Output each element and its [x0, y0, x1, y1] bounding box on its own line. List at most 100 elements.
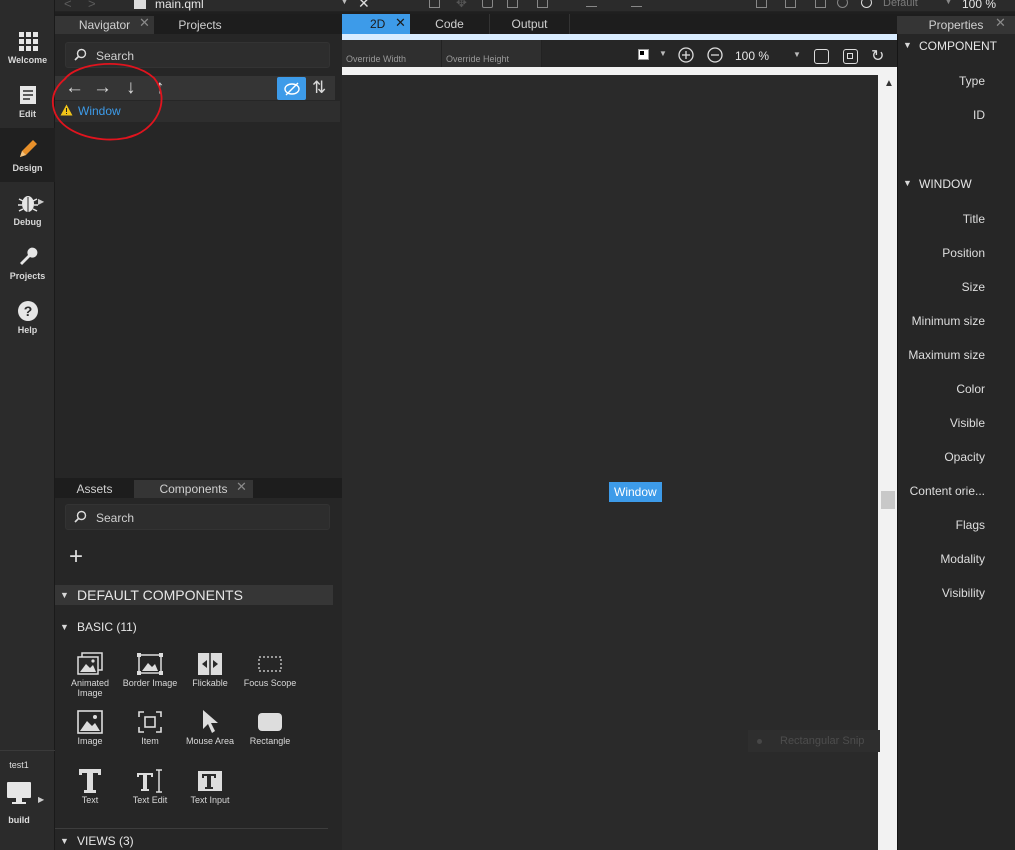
component-mouse-area[interactable]: Mouse Area	[180, 708, 240, 746]
align-icon[interactable]	[586, 6, 597, 7]
mode-label: Design	[12, 163, 43, 173]
component-label: Text	[81, 795, 99, 805]
text-input-icon	[180, 767, 240, 795]
tab-code[interactable]: Code	[410, 14, 490, 34]
override-height-field[interactable]: Override Height	[442, 40, 542, 67]
mouse-area-icon	[180, 708, 240, 736]
back-icon[interactable]: <	[64, 0, 72, 11]
tab-projects[interactable]: Projects	[155, 16, 245, 34]
component-text-input[interactable]: Text Input	[180, 767, 240, 805]
animated-image-icon	[60, 650, 120, 678]
tab-output[interactable]: Output	[490, 14, 570, 34]
zoom-select[interactable]: 100 %	[962, 0, 996, 11]
mode-debug[interactable]: ▶ Debug	[0, 182, 55, 236]
editor-zoom-select[interactable]: 100 %	[735, 49, 769, 63]
close-icon[interactable]: ✕	[995, 15, 1006, 31]
basic-section-header[interactable]: ▼ BASIC (11)	[55, 617, 333, 637]
component-text[interactable]: Text	[60, 767, 120, 805]
text-edit-icon	[120, 767, 180, 795]
grid-toggle-icon[interactable]	[756, 0, 767, 8]
component-label: Text Input	[190, 795, 230, 805]
fit-selection-icon[interactable]	[843, 49, 858, 64]
components-search-input[interactable]: Search	[65, 504, 330, 530]
window-section-header[interactable]: ▼ WINDOW	[899, 174, 1015, 194]
component-section-header[interactable]: ▼ COMPONENT	[899, 36, 1015, 56]
collapse-icon: ▼	[60, 836, 69, 846]
design-canvas[interactable]: Window Rectangular Snip	[342, 75, 921, 850]
project-name: test1	[9, 760, 29, 770]
debug-expand-icon[interactable]: ▶	[38, 197, 44, 206]
close-icon[interactable]: ✕	[395, 15, 406, 31]
tab-assets[interactable]: Assets	[55, 480, 134, 498]
component-rectangle[interactable]: Rectangle	[240, 708, 300, 746]
forward-icon[interactable]: >	[88, 0, 96, 11]
zoom-out-icon[interactable]	[707, 47, 723, 66]
section-divider	[55, 828, 328, 829]
close-icon[interactable]: ✕	[236, 479, 247, 495]
ghost-tooltip-text: Rectangular Snip	[780, 735, 865, 747]
reset-icon[interactable]	[837, 0, 848, 8]
field-label: Override Height	[446, 54, 510, 64]
monitor-icon[interactable]	[6, 780, 32, 809]
file-name[interactable]: main.qml	[155, 0, 204, 11]
mode-help[interactable]: ? Help	[0, 290, 55, 344]
filter-toggle-button[interactable]	[277, 77, 306, 100]
distribute-icon[interactable]	[631, 6, 642, 7]
component-label: Item	[141, 736, 159, 746]
edit-document-icon	[0, 82, 55, 108]
background-dropdown-icon[interactable]: ▼	[659, 49, 667, 58]
refresh-icon[interactable]: ↻	[871, 46, 884, 66]
move-icon[interactable]: ✥	[456, 0, 467, 11]
close-icon[interactable]: ✕	[139, 15, 150, 31]
scroll-thumb[interactable]	[881, 491, 895, 509]
component-label: Flickable	[192, 678, 228, 688]
default-components-header[interactable]: ▼ DEFAULT COMPONENTS	[55, 585, 333, 605]
background-color-icon[interactable]	[638, 49, 649, 60]
layout-icon[interactable]	[785, 0, 796, 8]
component-animated-image[interactable]: Animated Image	[60, 650, 120, 698]
fit-icon[interactable]	[429, 0, 440, 8]
tab-2d[interactable]: 2D ✕	[342, 14, 410, 34]
bug-icon	[0, 190, 55, 216]
zoom-in-icon[interactable]	[678, 47, 694, 66]
scroll-up-icon[interactable]: ▲	[884, 78, 894, 89]
component-text-edit[interactable]: Text Edit	[120, 767, 180, 805]
override-width-field[interactable]: Override Width	[342, 40, 442, 67]
fit-to-view-icon[interactable]	[814, 49, 829, 64]
file-dropdown-icon[interactable]: ▼	[340, 0, 349, 6]
views-section-header[interactable]: ▼ VIEWS (3)	[55, 831, 333, 850]
component-label: Mouse Area	[185, 736, 235, 746]
run-icon[interactable]	[861, 0, 872, 8]
editor-zoom-dropdown-icon[interactable]: ▼	[793, 50, 801, 59]
sort-icon[interactable]: ⇅	[312, 78, 326, 98]
qml-file-icon	[134, 0, 146, 9]
component-focus-scope[interactable]: Focus Scope	[240, 650, 300, 688]
component-image[interactable]: Image	[60, 708, 120, 746]
mode-label: Debug	[13, 217, 42, 227]
style-select[interactable]: Default	[883, 0, 918, 9]
component-flickable[interactable]: Flickable	[180, 650, 240, 688]
mode-projects[interactable]: Projects	[0, 236, 55, 290]
tab-label: Projects	[178, 18, 222, 32]
prop-visibility: Visibility	[941, 586, 985, 600]
close-file-icon[interactable]: ✕	[358, 0, 370, 11]
prop-title: Title	[962, 212, 985, 226]
style-dropdown-icon[interactable]: ▼	[944, 0, 953, 6]
field-label: Override Width	[346, 54, 407, 64]
mode-welcome[interactable]: Welcome	[0, 20, 55, 74]
prop-type: Type	[958, 74, 985, 88]
component-label: Border Image	[122, 678, 178, 688]
component-border-image[interactable]: Border Image	[120, 650, 180, 688]
edit-state-icon[interactable]	[815, 0, 826, 8]
canvas-vertical-scrollbar[interactable]: ▲	[880, 75, 897, 850]
group-icon[interactable]	[537, 0, 548, 8]
select-icon[interactable]	[482, 0, 493, 8]
build-label: build	[8, 815, 30, 825]
mode-edit[interactable]: Edit	[0, 74, 55, 128]
component-item[interactable]: Item	[120, 708, 180, 746]
canvas-window-item[interactable]: Window	[609, 482, 662, 502]
kit-expand-icon[interactable]: ▶	[38, 795, 44, 804]
mode-design[interactable]: Design	[0, 128, 55, 182]
add-module-button[interactable]: +	[69, 544, 83, 570]
snap-icon[interactable]	[507, 0, 518, 8]
